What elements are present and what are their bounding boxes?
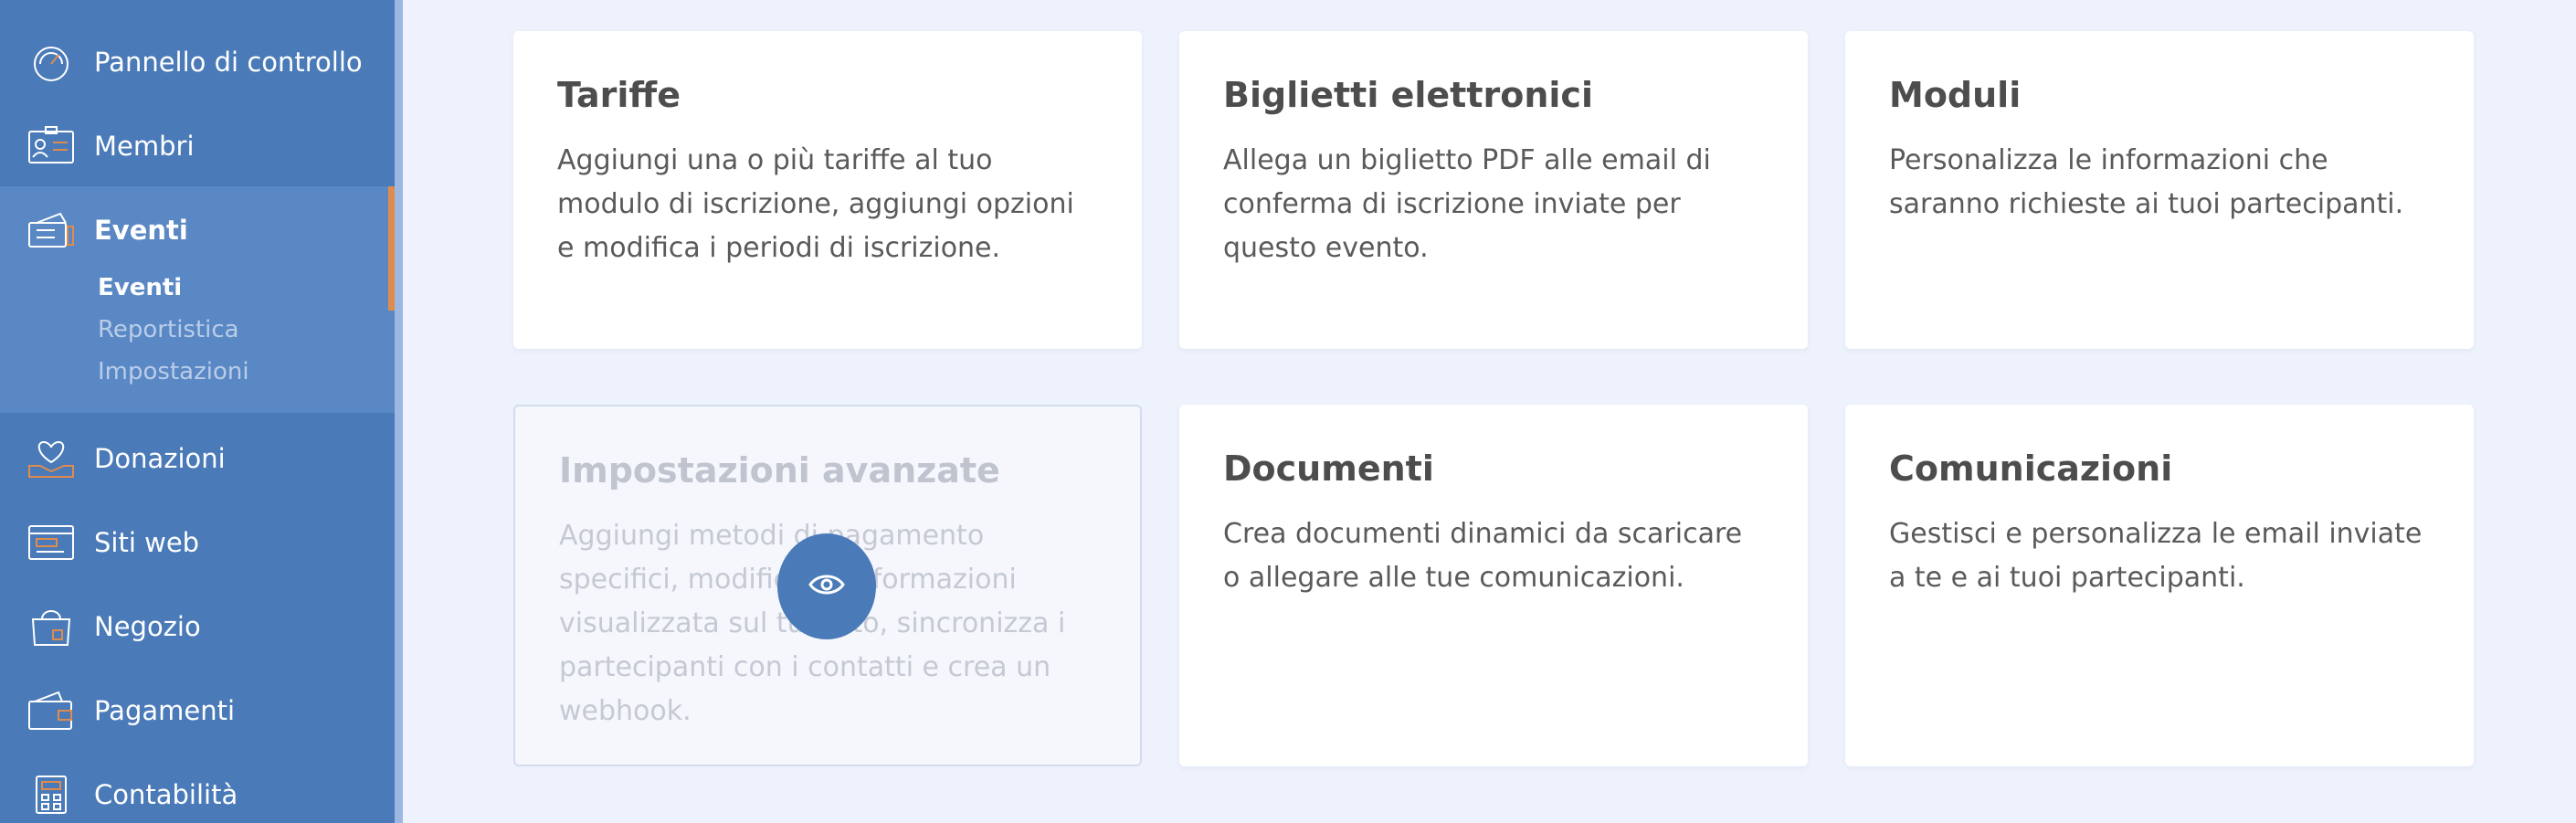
card-rates[interactable]: Tariffe Aggiungi una o più tariffe al tu…	[513, 31, 1142, 349]
card-description: Crea documenti dinamici da scaricare o a…	[1223, 518, 1743, 594]
card-documents[interactable]: Documenti Crea documenti dinamici da sca…	[1179, 405, 1808, 766]
heart-hand-icon	[27, 438, 75, 479]
website-icon	[27, 522, 75, 563]
card-title: Biglietti elettronici	[1223, 75, 1593, 115]
sidebar-item-label: Contabilità	[94, 779, 238, 810]
sidebar-item-label: Pagamenti	[94, 695, 236, 726]
sidebar-edge	[395, 0, 403, 823]
card-title: Impostazioni avanzate	[559, 450, 1000, 491]
sidebar-item-members[interactable]: Membri	[0, 104, 395, 188]
sidebar-item-label: Membri	[94, 131, 195, 162]
subnav-events[interactable]: Eventi	[98, 274, 182, 301]
sidebar-item-dashboard[interactable]: Pannello di controllo	[0, 20, 395, 104]
subnav-reports[interactable]: Reportistica	[98, 316, 239, 343]
sidebar-item-label: Donazioni	[94, 443, 226, 474]
sidebar-item-websites[interactable]: Siti web	[0, 501, 395, 585]
card-title: Moduli	[1889, 75, 2022, 115]
card-description: Personalizza le informazioni che saranno…	[1889, 144, 2404, 220]
sidebar-item-events[interactable]: Eventi	[0, 188, 395, 272]
tickets-icon	[27, 210, 75, 250]
preview-eye-button[interactable]	[777, 533, 876, 639]
sidebar-item-label: Siti web	[94, 527, 200, 558]
sidebar-item-accounting[interactable]: Contabilità	[0, 753, 395, 823]
shopping-bag-icon	[27, 607, 75, 647]
sidebar-item-label: Pannello di controllo	[94, 47, 363, 78]
sidebar-item-label: Negozio	[94, 611, 201, 642]
card-title: Tariffe	[557, 75, 681, 115]
dashboard-gauge-icon	[27, 42, 75, 82]
sidebar-item-payments[interactable]: Pagamenti	[0, 669, 395, 753]
card-title: Comunicazioni	[1889, 448, 2173, 489]
calculator-icon	[27, 775, 75, 815]
card-description: Gestisci e personalizza le email inviate…	[1889, 518, 2423, 594]
sidebar-item-donations[interactable]: Donazioni	[0, 417, 395, 501]
subnav-settings[interactable]: Impostazioni	[98, 358, 249, 385]
card-description: Allega un biglietto PDF alle email di co…	[1223, 144, 1711, 264]
sidebar-item-label: Eventi	[94, 215, 188, 246]
card-communications[interactable]: Comunicazioni Gestisci e personalizza le…	[1845, 405, 2474, 766]
sidebar-item-shop[interactable]: Negozio	[0, 585, 395, 669]
card-e-tickets[interactable]: Biglietti elettronici Allega un bigliett…	[1179, 31, 1808, 349]
card-forms[interactable]: Moduli Personalizza le informazioni che …	[1845, 31, 2474, 349]
card-description: Aggiungi una o più tariffe al tuo modulo…	[557, 144, 1074, 264]
member-card-icon	[27, 126, 75, 166]
card-title: Documenti	[1223, 448, 1434, 489]
wallet-icon	[27, 691, 75, 731]
sidebar: Pannello di controllo Membri Eventi Even…	[0, 0, 395, 823]
eye-icon	[808, 572, 845, 601]
